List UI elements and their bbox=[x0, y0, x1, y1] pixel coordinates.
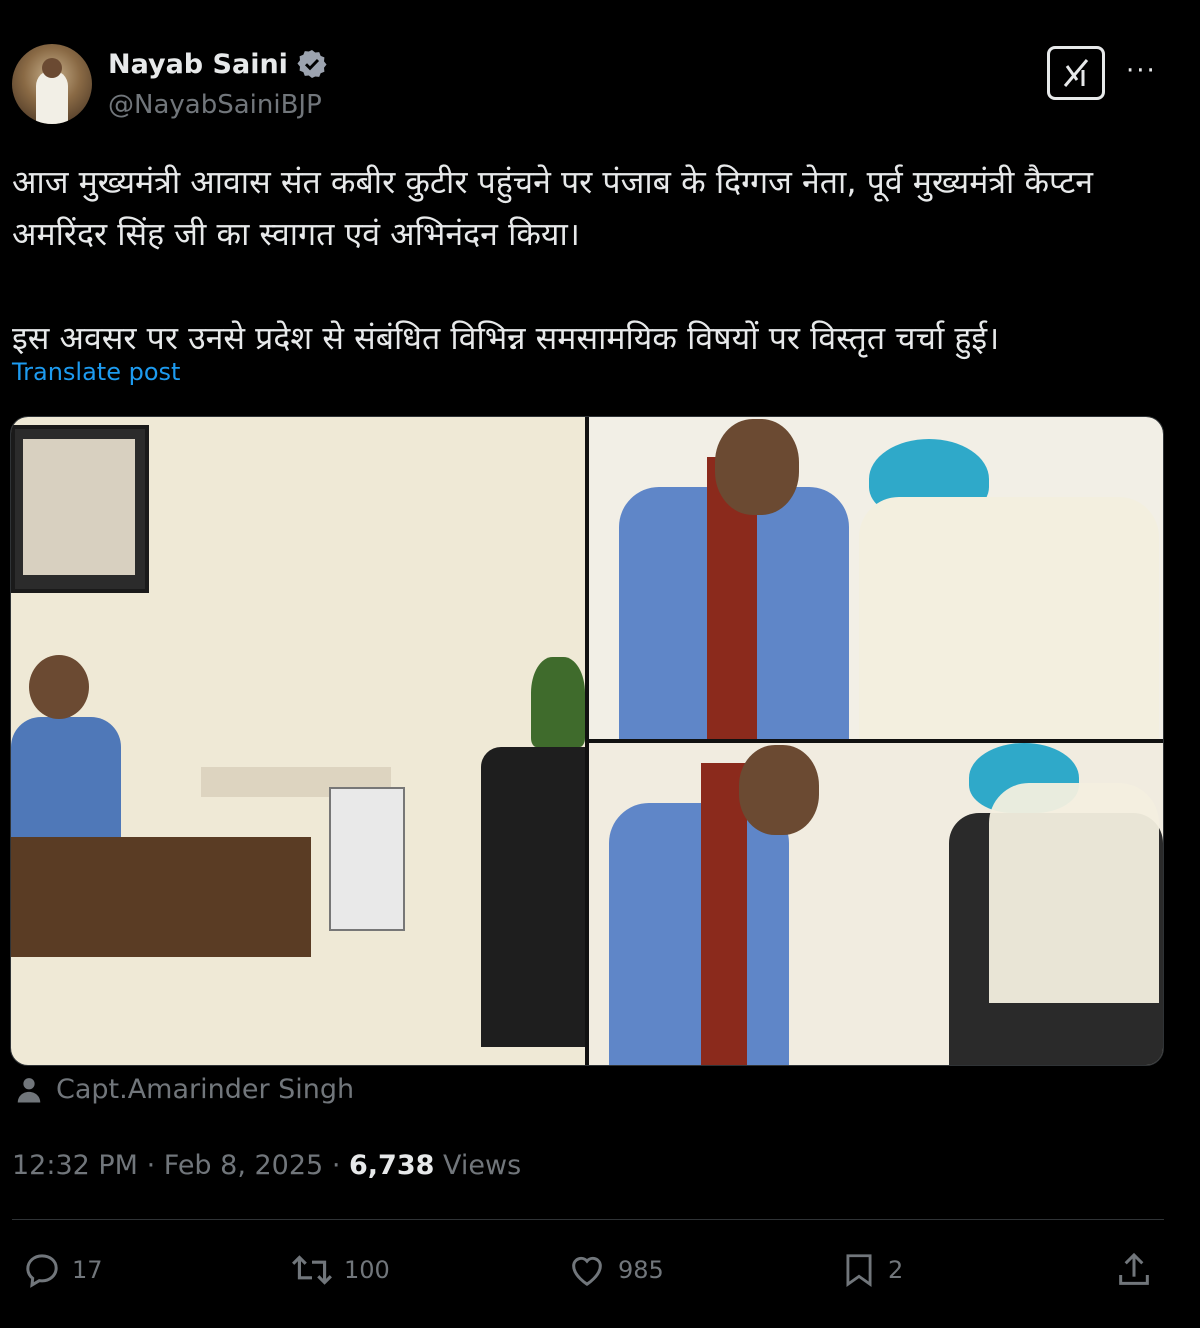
grok-button[interactable] bbox=[1047, 46, 1105, 100]
divider bbox=[12, 1219, 1164, 1220]
post-time[interactable]: 12:32 PM bbox=[12, 1150, 138, 1181]
author-handle[interactable]: @NayabSainiBJP bbox=[108, 90, 322, 120]
verified-badge-icon bbox=[297, 50, 327, 78]
like-count: 985 bbox=[618, 1256, 664, 1284]
person-seated-right bbox=[481, 747, 585, 1047]
stole bbox=[701, 763, 747, 1065]
bookmark-icon bbox=[846, 1254, 872, 1288]
reply-icon bbox=[26, 1254, 58, 1288]
post-text: आज मुख्यमंत्री आवास संत कबीर कुटीर पहुंच… bbox=[12, 156, 1162, 364]
post-paragraph-2: इस अवसर पर उनसे प्रदेश से संबंधित विभिन्… bbox=[12, 319, 1000, 357]
person-blue-kurta bbox=[609, 803, 789, 1065]
author-avatar[interactable] bbox=[12, 44, 92, 124]
office-desk bbox=[11, 837, 311, 957]
post-spacer bbox=[12, 260, 1162, 312]
bookmark-count: 2 bbox=[888, 1256, 904, 1284]
portrait-inner bbox=[23, 439, 135, 575]
share-icon bbox=[1119, 1252, 1149, 1285]
meta-separator: · bbox=[331, 1150, 341, 1181]
potted-plant bbox=[531, 657, 585, 747]
shawl bbox=[859, 497, 1159, 739]
tagged-user-name[interactable]: Capt.Amarinder Singh bbox=[56, 1074, 354, 1105]
photo-office-meeting[interactable] bbox=[11, 417, 585, 1065]
reply-count: 17 bbox=[72, 1256, 103, 1284]
post-date[interactable]: Feb 8, 2025 bbox=[164, 1150, 323, 1181]
translate-post-link[interactable]: Translate post bbox=[12, 358, 180, 386]
like-button[interactable]: 985 bbox=[566, 1250, 664, 1290]
share-button[interactable] bbox=[1114, 1250, 1154, 1290]
photo-greeting[interactable] bbox=[589, 743, 1163, 1065]
person-icon bbox=[17, 1077, 41, 1102]
air-purifier bbox=[329, 787, 405, 931]
bookmark-button[interactable]: 2 bbox=[840, 1250, 903, 1290]
shawl bbox=[989, 783, 1159, 1003]
person-head-left bbox=[29, 655, 89, 719]
heart-icon bbox=[572, 1256, 602, 1286]
meta-separator: · bbox=[146, 1150, 156, 1181]
wall-portrait bbox=[11, 425, 149, 593]
views-label: Views bbox=[443, 1150, 522, 1181]
action-bar: 17 100 985 2 bbox=[0, 1250, 1200, 1294]
author-name-row: Nayab Saini bbox=[108, 48, 328, 80]
repost-count: 100 bbox=[344, 1256, 390, 1284]
views-count: 6,738 bbox=[349, 1150, 435, 1181]
avatar-head bbox=[42, 58, 62, 78]
repost-button[interactable]: 100 bbox=[290, 1250, 390, 1290]
tagged-user-row[interactable]: Capt.Amarinder Singh bbox=[14, 1074, 354, 1105]
photo-shawl-ceremony[interactable] bbox=[589, 417, 1163, 739]
avatar-figure bbox=[36, 70, 68, 124]
post-paragraph-1: आज मुख्यमंत्री आवास संत कबीर कुटीर पहुंच… bbox=[12, 163, 1093, 253]
reply-button[interactable]: 17 bbox=[22, 1250, 103, 1290]
post-meta: 12:32 PM · Feb 8, 2025 · 6,738 Views bbox=[12, 1150, 521, 1181]
more-icon[interactable]: ··· bbox=[1126, 56, 1157, 86]
person-head bbox=[715, 419, 799, 515]
media-grid bbox=[10, 416, 1164, 1066]
person-head bbox=[739, 745, 819, 835]
grok-icon bbox=[1063, 59, 1089, 87]
repost-icon bbox=[292, 1255, 332, 1285]
author-name[interactable]: Nayab Saini bbox=[108, 49, 288, 80]
